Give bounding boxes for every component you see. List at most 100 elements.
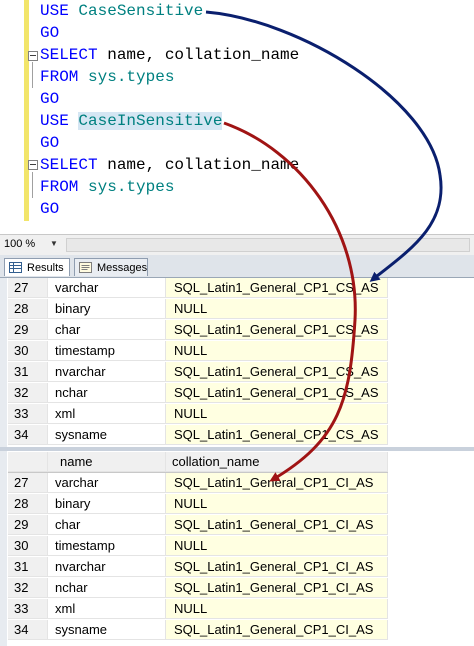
results-grid-icon (9, 262, 22, 273)
query-editor[interactable]: USE CaseSensitive GO SELECT name, collat… (0, 0, 474, 233)
collapse-toggle-icon[interactable] (28, 51, 38, 61)
keyword: FROM (40, 178, 79, 196)
cell-collation[interactable]: SQL_Latin1_General_CP1_CS_AS (166, 278, 388, 298)
collapse-toggle-icon[interactable] (28, 160, 38, 170)
horizontal-scrollbar[interactable] (66, 238, 470, 252)
cell-name[interactable]: binary (48, 494, 166, 514)
code-line-go[interactable]: GO (40, 88, 59, 110)
cell-name[interactable]: varchar (48, 278, 166, 298)
code-line-from[interactable]: FROM sys.types (40, 66, 174, 88)
row-number: 28 (8, 494, 48, 514)
cell-name[interactable]: char (48, 515, 166, 535)
table-row[interactable]: 30 timestamp NULL (8, 536, 388, 557)
cell-collation[interactable]: SQL_Latin1_General_CP1_CS_AS (166, 362, 388, 382)
table-row[interactable]: 28 binary NULL (8, 494, 388, 515)
keyword: FROM (40, 68, 79, 86)
results-tab-strip: Results Messages (0, 255, 474, 278)
cell-name[interactable]: nchar (48, 578, 166, 598)
code-line-use[interactable]: USE CaseSensitive (40, 0, 203, 22)
row-number: 28 (8, 299, 48, 319)
table-row[interactable]: 31 nvarchar SQL_Latin1_General_CP1_CI_AS (8, 557, 388, 578)
tab-results[interactable]: Results (4, 258, 70, 276)
table-row[interactable]: 31 nvarchar SQL_Latin1_General_CP1_CS_AS (8, 362, 388, 383)
cell-collation[interactable]: NULL (166, 536, 388, 556)
code-line-from[interactable]: FROM sys.types (40, 176, 174, 198)
cell-name[interactable]: xml (48, 404, 166, 424)
cell-collation[interactable]: NULL (166, 299, 388, 319)
keyword: GO (40, 90, 60, 108)
cell-collation[interactable]: NULL (166, 494, 388, 514)
table-row[interactable]: 27 varchar SQL_Latin1_General_CP1_CS_AS (8, 278, 388, 299)
row-number: 32 (8, 578, 48, 598)
result-set-splitter[interactable] (0, 447, 474, 451)
code-line-select[interactable]: SELECT name, collation_name (40, 44, 299, 66)
tab-results-label: Results (27, 262, 64, 274)
row-number: 30 (8, 536, 48, 556)
grid-header-row: name collation_name (8, 452, 388, 473)
row-number: 29 (8, 320, 48, 340)
tab-messages[interactable]: Messages (74, 258, 148, 276)
table-row[interactable]: 33 xml NULL (8, 404, 388, 425)
code-line-use[interactable]: USE CaseInSensitive (40, 110, 223, 132)
table-row[interactable]: 28 binary NULL (8, 299, 388, 320)
table-row[interactable]: 30 timestamp NULL (8, 341, 388, 362)
table-row[interactable]: 29 char SQL_Latin1_General_CP1_CS_AS (8, 320, 388, 341)
cell-name[interactable]: xml (48, 599, 166, 619)
cell-collation[interactable]: SQL_Latin1_General_CP1_CI_AS (166, 473, 388, 493)
cell-name[interactable]: timestamp (48, 341, 166, 361)
zoom-dropdown-icon[interactable]: ▼ (50, 239, 58, 248)
cell-collation[interactable]: NULL (166, 404, 388, 424)
row-number: 31 (8, 557, 48, 577)
cell-name[interactable]: nchar (48, 383, 166, 403)
database-name: CaseInSensitive (78, 112, 223, 130)
cell-collation[interactable]: SQL_Latin1_General_CP1_CS_AS (166, 425, 388, 445)
row-number-header[interactable] (8, 452, 48, 472)
row-number: 33 (8, 404, 48, 424)
cell-name[interactable]: sysname (48, 620, 166, 640)
row-number: 31 (8, 362, 48, 382)
change-tracking-bar (24, 0, 29, 221)
code-line-select[interactable]: SELECT name, collation_name (40, 154, 299, 176)
column-header-collation[interactable]: collation_name (166, 452, 388, 472)
cell-collation[interactable]: SQL_Latin1_General_CP1_CS_AS (166, 383, 388, 403)
results-grid-case-sensitive[interactable]: 27 varchar SQL_Latin1_General_CP1_CS_AS 28… (8, 278, 474, 446)
cell-collation[interactable]: NULL (166, 341, 388, 361)
code-line-go[interactable]: GO (40, 22, 59, 44)
cell-name[interactable]: char (48, 320, 166, 340)
code-line-go[interactable]: GO (40, 198, 59, 220)
column-header-name[interactable]: name (48, 452, 166, 472)
row-number: 34 (8, 620, 48, 640)
table-row[interactable]: 33 xml NULL (8, 599, 388, 620)
results-left-margin (0, 278, 7, 646)
keyword: USE (40, 112, 69, 130)
table-row[interactable]: 32 nchar SQL_Latin1_General_CP1_CI_AS (8, 578, 388, 599)
table-row[interactable]: 29 char SQL_Latin1_General_CP1_CI_AS (8, 515, 388, 536)
cell-name[interactable]: sysname (48, 425, 166, 445)
cell-name[interactable]: timestamp (48, 536, 166, 556)
zoom-level[interactable]: 100 % (4, 237, 35, 251)
cell-name[interactable]: nvarchar (48, 557, 166, 577)
table-row[interactable]: 34 sysname SQL_Latin1_General_CP1_CS_AS (8, 425, 388, 446)
code-line-go[interactable]: GO (40, 132, 59, 154)
cell-collation[interactable]: SQL_Latin1_General_CP1_CI_AS (166, 620, 388, 640)
cell-collation[interactable]: SQL_Latin1_General_CP1_CI_AS (166, 515, 388, 535)
table-row[interactable]: 27 varchar SQL_Latin1_General_CP1_CI_AS (8, 473, 388, 494)
table-row[interactable]: 32 nchar SQL_Latin1_General_CP1_CS_AS (8, 383, 388, 404)
keyword: GO (40, 134, 60, 152)
table-row[interactable]: 34 sysname SQL_Latin1_General_CP1_CI_AS (8, 620, 388, 641)
row-number: 27 (8, 473, 48, 493)
database-name: CaseSensitive (78, 2, 204, 20)
fold-line (32, 172, 33, 198)
fold-line (32, 62, 33, 88)
cell-collation[interactable]: SQL_Latin1_General_CP1_CI_AS (166, 578, 388, 598)
keyword: GO (40, 200, 60, 218)
table-name: sys.types (88, 68, 175, 86)
cell-collation[interactable]: SQL_Latin1_General_CP1_CS_AS (166, 320, 388, 340)
cell-collation[interactable]: NULL (166, 599, 388, 619)
cell-name[interactable]: varchar (48, 473, 166, 493)
cell-name[interactable]: binary (48, 299, 166, 319)
tab-messages-label: Messages (97, 262, 148, 274)
results-grid-case-insensitive[interactable]: name collation_name 27 varchar SQL_Latin1_… (8, 452, 474, 646)
cell-collation[interactable]: SQL_Latin1_General_CP1_CI_AS (166, 557, 388, 577)
cell-name[interactable]: nvarchar (48, 362, 166, 382)
